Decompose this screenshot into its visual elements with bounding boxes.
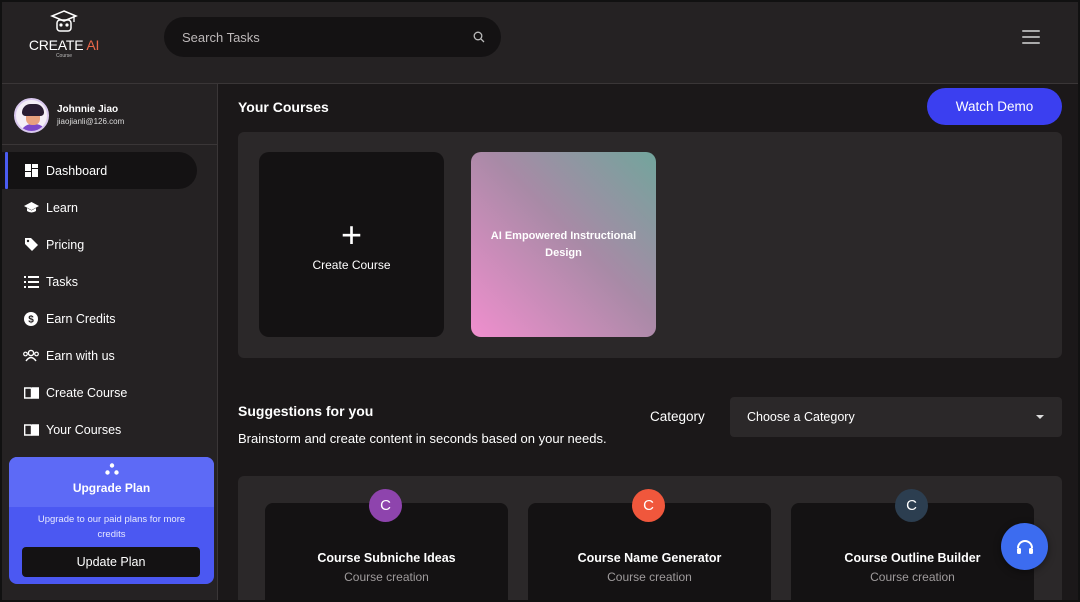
upgrade-description: Upgrade to our paid plans for more credi… (37, 514, 186, 540)
top-bar: CREATE AI Course (2, 2, 1078, 84)
sidebar-item-your-courses[interactable]: Your Courses (2, 411, 217, 448)
tool-title: Course Name Generator (577, 551, 722, 565)
nodes-icon (104, 463, 119, 475)
create-course-card[interactable]: + Create Course (259, 152, 444, 337)
book-open-icon (23, 422, 39, 438)
tool-subtitle: Course creation (870, 570, 955, 584)
search-bar (164, 17, 501, 57)
sidebar-item-tasks[interactable]: Tasks (2, 263, 217, 300)
tool-title: Course Outline Builder (844, 551, 981, 565)
headset-icon (1016, 539, 1033, 554)
category-select[interactable]: Choose a Category (730, 397, 1062, 437)
dollar-circle-icon: $ (23, 311, 39, 327)
tool-card[interactable]: C Course Subniche Ideas Course creation (265, 489, 508, 600)
sidebar-item-label: Earn Credits (46, 311, 116, 326)
sidebar-item-label: Dashboard (46, 163, 108, 178)
user-name: Johnnie Jiao (57, 104, 119, 115)
course-card[interactable]: AI Empowered Instructional Design (471, 152, 656, 337)
sidebar-item-dashboard[interactable]: Dashboard (2, 152, 197, 189)
sidebar-item-label: Learn (46, 200, 78, 215)
sidebar-item-pricing[interactable]: Pricing (2, 226, 217, 263)
course-card-title: AI Empowered Instructional Design (490, 229, 637, 259)
hamburger-menu-icon[interactable] (1022, 30, 1040, 44)
tool-card[interactable]: C Course Name Generator Course creation (528, 489, 771, 600)
courses-panel: + Create Course AI Empowered Instruction… (238, 132, 1062, 358)
tool-card[interactable]: C Course Outline Builder Course creation (791, 489, 1034, 600)
brand-name: CREATE AI (28, 37, 100, 53)
search-icon[interactable] (473, 31, 485, 43)
dashboard-icon (23, 163, 39, 179)
tool-badge: C (895, 489, 928, 522)
sidebar: Johnnie Jiao jiaojianli@126.com Dashboar… (2, 84, 218, 600)
svg-text:$: $ (28, 314, 34, 325)
avatar (14, 98, 49, 133)
update-plan-button[interactable]: Update Plan (22, 547, 200, 577)
users-icon (23, 348, 39, 364)
suggestions-title: Suggestions for you (238, 403, 374, 419)
upgrade-plan-card: Upgrade Plan Upgrade to our paid plans f… (9, 457, 214, 584)
tool-subtitle: Course creation (344, 570, 429, 584)
caret-down-icon (1036, 415, 1044, 419)
create-course-label: Create Course (312, 257, 391, 272)
your-courses-title: Your Courses (238, 99, 329, 115)
brand-logo[interactable]: CREATE AI Course (28, 10, 100, 66)
tool-title: Course Subniche Ideas (317, 551, 456, 565)
search-input[interactable] (182, 29, 442, 45)
sidebar-item-label: Pricing (46, 237, 85, 252)
plus-icon: + (340, 213, 363, 255)
watch-demo-button[interactable]: Watch Demo (927, 88, 1062, 125)
user-email: jiaojianli@126.com (57, 117, 125, 126)
sidebar-item-label: Earn with us (46, 348, 115, 363)
category-select-value: Choose a Category (747, 410, 855, 424)
sidebar-divider (2, 144, 217, 145)
support-chat-button[interactable] (1001, 523, 1048, 570)
brand-tagline: Course (55, 53, 73, 59)
tool-subtitle: Course creation (607, 570, 692, 584)
brand-name-main: CREATE (28, 37, 84, 53)
brand-name-accent: AI (86, 37, 100, 53)
sidebar-nav: Dashboard Learn Pricing Tasks $ Earn Cre… (2, 152, 217, 448)
sidebar-item-label: Your Courses (46, 422, 122, 437)
sidebar-item-learn[interactable]: Learn (2, 189, 217, 226)
book-open-icon (23, 385, 39, 401)
graduation-robot-icon (50, 10, 78, 32)
sidebar-item-create-course[interactable]: Create Course (2, 374, 217, 411)
tool-badge: C (369, 489, 402, 522)
main-content: Your Courses Watch Demo + Create Course … (218, 84, 1078, 600)
sidebar-item-label: Create Course (46, 385, 128, 400)
tools-panel: C Course Subniche Ideas Course creation … (238, 476, 1062, 600)
sidebar-item-label: Tasks (46, 274, 78, 289)
tag-icon (23, 237, 39, 253)
suggestions-description: Brainstorm and create content in seconds… (238, 431, 607, 446)
category-label: Category (650, 409, 705, 424)
app-window: CREATE AI Course Johnnie Jiao jiaojianli… (0, 0, 1080, 602)
sidebar-item-earn-credits[interactable]: $ Earn Credits (2, 300, 217, 337)
tool-badge: C (632, 489, 665, 522)
graduation-cap-icon (23, 200, 39, 216)
sidebar-item-earn-with-us[interactable]: Earn with us (2, 337, 217, 374)
list-icon (23, 274, 39, 290)
upgrade-title: Upgrade Plan (72, 481, 151, 495)
user-profile[interactable]: Johnnie Jiao jiaojianli@126.com (14, 98, 124, 133)
